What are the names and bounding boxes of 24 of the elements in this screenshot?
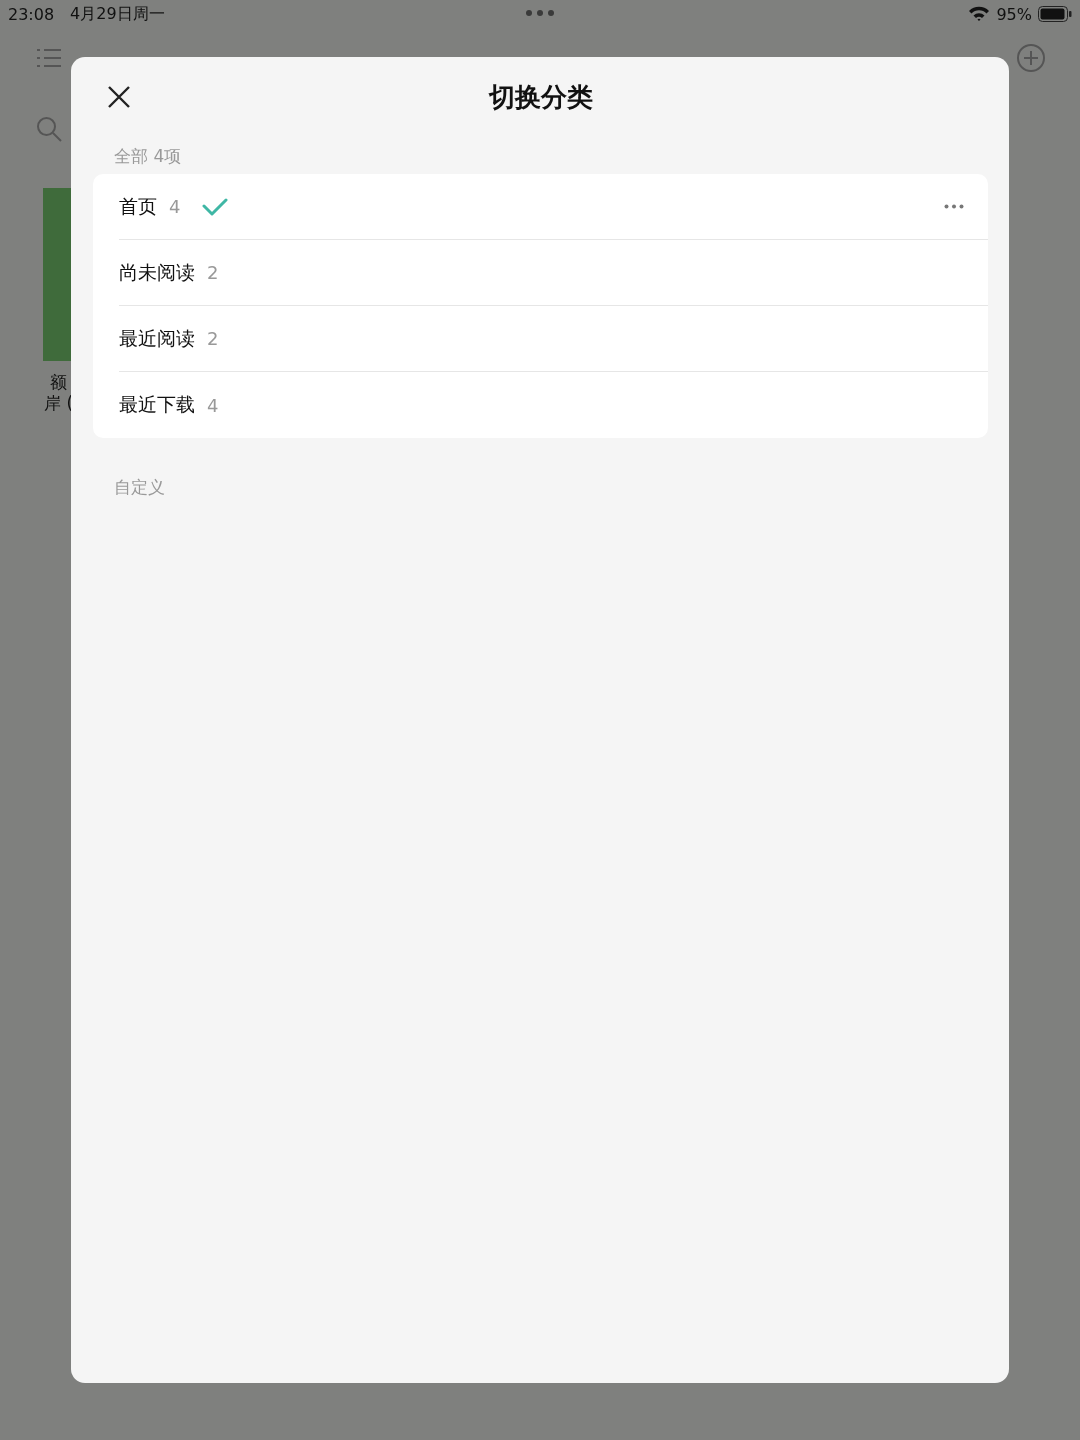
close-icon[interactable] (107, 85, 131, 109)
category-name: 最近下载 (119, 392, 195, 417)
category-name: 最近阅读 (119, 325, 195, 351)
section-label: 全部 4项 (113, 145, 183, 168)
category-item[interactable]: 最近下载 4 (119, 372, 988, 438)
book-title: 额 (49, 372, 68, 393)
status-date: 4月29日周一 (70, 3, 165, 25)
category-item[interactable]: 尚未阅读 2 (119, 240, 988, 306)
status-time: 23:08 (8, 4, 55, 24)
category-item[interactable]: 首页 4 (119, 174, 988, 240)
battery-icon (1038, 6, 1072, 22)
dialog-title: 切换分类 (488, 80, 593, 114)
battery-percent: 95% (996, 4, 1032, 24)
category-item[interactable]: 最近阅读 2 (119, 306, 988, 372)
category-count: 4 (169, 196, 181, 217)
category-count: 2 (207, 262, 219, 283)
section-label: 自定义 (113, 476, 166, 499)
category-count: 2 (207, 328, 219, 349)
category-name: 首页 (119, 193, 157, 219)
category-name: 尚未阅读 (119, 259, 195, 285)
category-count: 4 (207, 394, 219, 416)
more-icon[interactable] (944, 204, 964, 209)
wifi-icon (968, 6, 991, 22)
more-icon (525, 9, 555, 17)
